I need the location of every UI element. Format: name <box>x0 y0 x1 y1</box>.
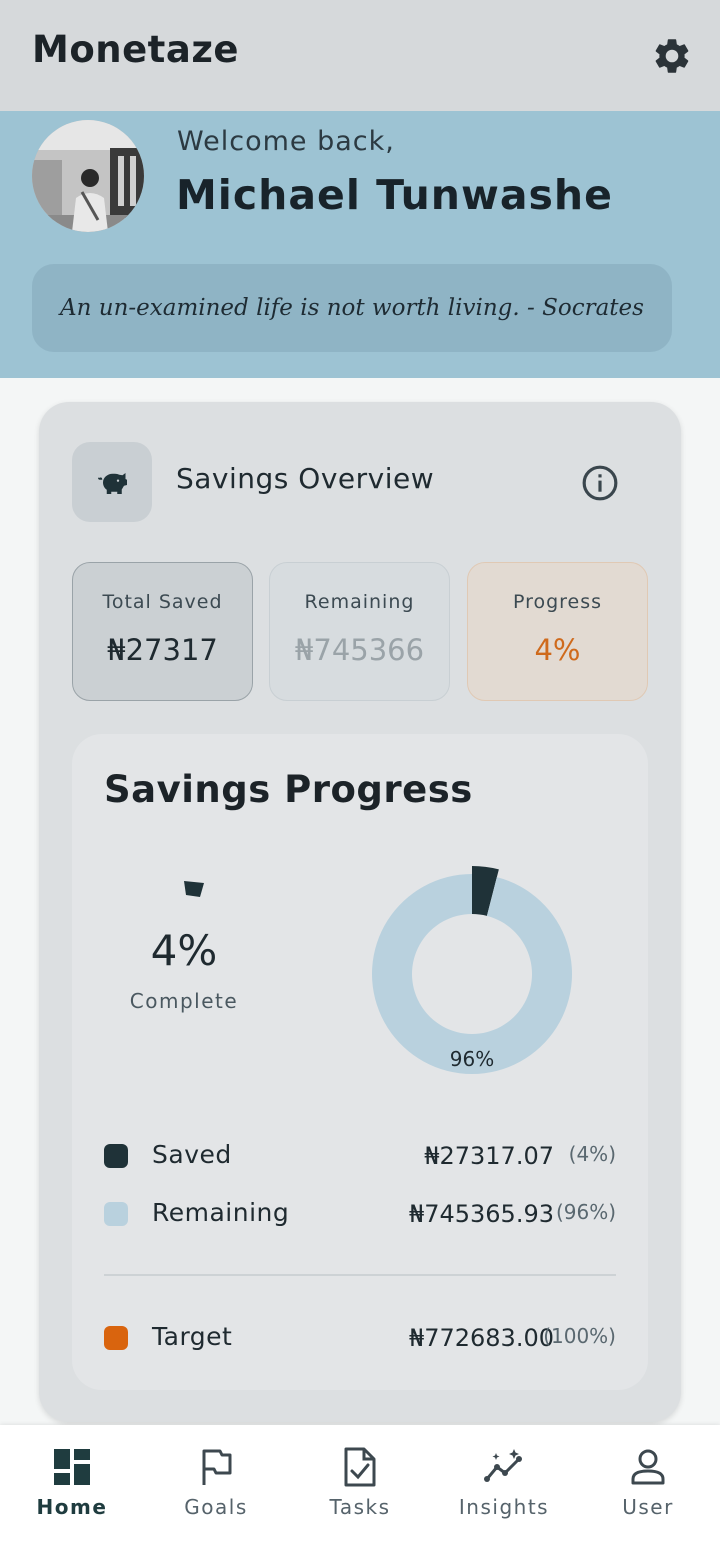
legend-percent: (96%) <box>555 1200 616 1224</box>
legend-divider <box>104 1274 616 1276</box>
legend-amount: ₦745365.93 <box>408 1200 554 1228</box>
avatar[interactable] <box>32 120 144 232</box>
savings-overview-card: Savings Overview Total Saved ₦27317 Rema… <box>39 402 681 1422</box>
legend-label: Remaining <box>152 1198 290 1227</box>
legend-row-remaining: Remaining ₦745365.93 (96%) <box>104 1194 616 1234</box>
legend-amount: ₦27317.07 <box>424 1142 554 1170</box>
stat-progress: Progress 4% <box>467 562 648 701</box>
nav-item-home[interactable]: Home <box>0 1425 144 1546</box>
legend-label: Target <box>152 1322 233 1351</box>
stat-value: ₦27317 <box>107 633 218 667</box>
info-icon[interactable] <box>581 464 619 502</box>
legend-swatch-target <box>104 1326 128 1350</box>
legend-swatch-remaining <box>104 1202 128 1226</box>
stat-label: Total Saved <box>102 591 223 613</box>
dashboard-icon <box>54 1449 90 1485</box>
nav-item-user[interactable]: User <box>576 1425 720 1546</box>
bottom-navigation: Home Goals Tasks Insights User <box>0 1425 720 1546</box>
app-bar: Monetaze <box>0 0 720 111</box>
donut-slice-remaining <box>372 874 572 1074</box>
nav-label: Home <box>36 1495 108 1519</box>
savings-donut-chart: 96% <box>372 866 572 1074</box>
savings-progress-panel: Savings Progress 4% Complete 96% Saved ₦… <box>72 734 648 1390</box>
insights-icon <box>484 1449 522 1482</box>
piggy-bank-icon <box>98 473 127 494</box>
progress-complete-label: Complete <box>129 989 239 1013</box>
savings-progress-title: Savings Progress <box>104 768 473 811</box>
savings-overview-title: Savings Overview <box>176 462 435 495</box>
nav-label: Insights <box>458 1495 550 1519</box>
legend-swatch-saved <box>104 1144 128 1168</box>
stat-label: Remaining <box>304 591 415 613</box>
nav-label: Goals <box>184 1495 248 1519</box>
nav-item-goals[interactable]: Goals <box>144 1425 288 1546</box>
stat-value: ₦745366 <box>294 633 425 667</box>
welcome-banner: Welcome back, Michael Tunwashe An un-exa… <box>0 111 720 378</box>
piggy-bank-icon-box <box>72 442 152 522</box>
stat-label: Progress <box>512 591 603 613</box>
user-icon <box>631 1449 665 1485</box>
legend-percent: (100%) <box>543 1324 616 1348</box>
stat-value: 4% <box>534 633 581 667</box>
legend-amount: ₦772683.00 <box>408 1324 554 1352</box>
nav-label: User <box>622 1495 674 1519</box>
stat-remaining: Remaining ₦745366 <box>269 562 450 701</box>
progress-percent: 4% <box>150 926 218 975</box>
welcome-greeting: Welcome back, <box>177 126 395 157</box>
legend-percent: (4%) <box>568 1142 616 1166</box>
task-check-icon <box>344 1447 376 1487</box>
stat-total-saved: Total Saved ₦27317 <box>72 562 253 701</box>
nav-item-insights[interactable]: Insights <box>432 1425 576 1546</box>
quote-box: An un-examined life is not worth living.… <box>32 264 672 352</box>
quote-text: An un-examined life is not worth living.… <box>60 295 644 321</box>
app-title: Monetaze <box>32 28 239 71</box>
nav-item-tasks[interactable]: Tasks <box>288 1425 432 1546</box>
settings-gear-icon[interactable] <box>651 35 693 77</box>
user-name: Michael Tunwashe <box>176 171 613 219</box>
flag-icon <box>202 1449 232 1485</box>
legend-row-saved: Saved ₦27317.07 (4%) <box>104 1136 616 1176</box>
nav-label: Tasks <box>329 1495 391 1519</box>
progress-wedge-icon <box>184 881 204 897</box>
legend-row-target: Target ₦772683.00 (100%) <box>104 1318 616 1358</box>
donut-remaining-label: 96% <box>450 1047 494 1071</box>
legend-label: Saved <box>152 1140 232 1169</box>
